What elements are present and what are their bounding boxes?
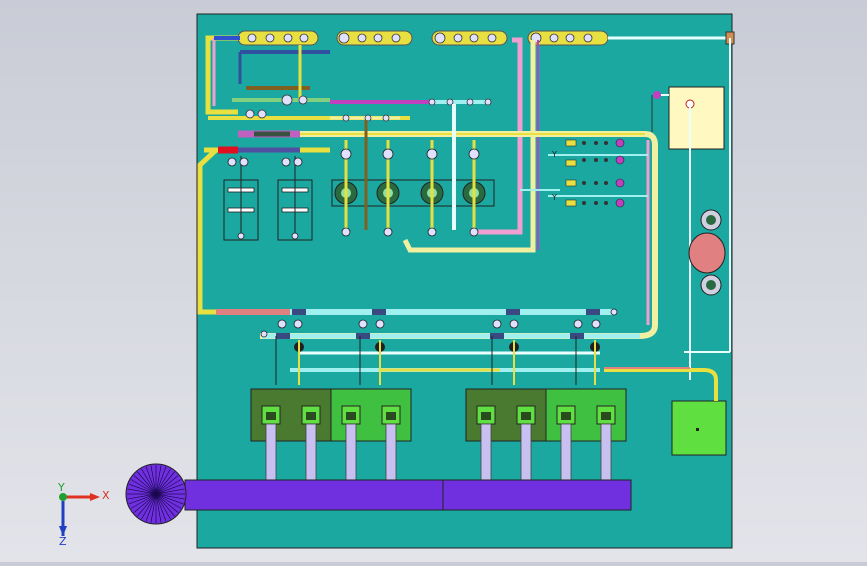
equipment-panel bbox=[196, 13, 733, 549]
y-axis-origin bbox=[59, 493, 67, 501]
coordinate-triad: X Y Z bbox=[57, 481, 110, 548]
z-axis-label: Z bbox=[59, 535, 67, 548]
cad-viewport[interactable]: Y Y X Y Z bbox=[0, 0, 867, 562]
exhaust-fan bbox=[125, 463, 187, 525]
branch-label-y2: Y bbox=[551, 193, 557, 202]
y-axis-label: Y bbox=[57, 481, 65, 494]
branch-label-y1: Y bbox=[551, 150, 557, 159]
exhaust-duct bbox=[184, 479, 632, 511]
x-axis-label: X bbox=[102, 489, 110, 502]
softener-tank bbox=[688, 232, 726, 274]
cad-drawing: Y Y X Y Z bbox=[57, 13, 735, 549]
expansion-tank bbox=[668, 86, 725, 150]
